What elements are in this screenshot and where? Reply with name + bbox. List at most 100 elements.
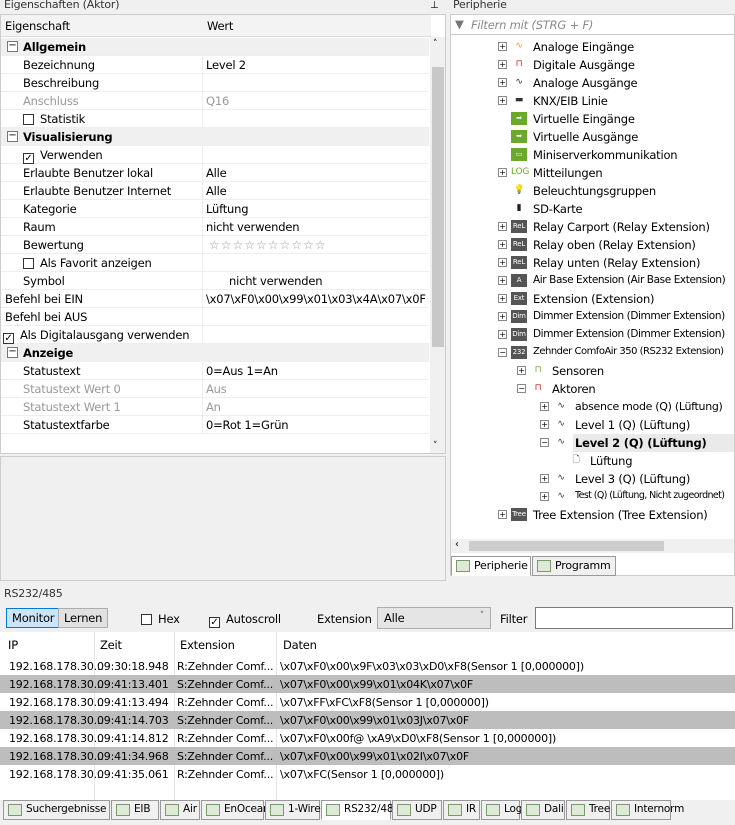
extension-select[interactable]: Alle ˅ — [377, 607, 491, 629]
tree-item[interactable]: + ReL Relay unten (Relay Extension) — [451, 254, 734, 272]
tree-horizontal-scrollbar[interactable]: ‹ — [451, 539, 734, 553]
collapse-icon[interactable]: − — [7, 131, 18, 142]
tree-item[interactable]: −232 Zehnder ComfoAir 350 (RS232 Extensio… — [451, 344, 734, 362]
collapse-icon[interactable]: − — [517, 384, 526, 393]
log-row[interactable]: 192.168.178.30... 09:41:14.812 R:Zehnder C… — [0, 729, 735, 747]
expand-icon[interactable]: + — [498, 258, 507, 267]
tree-item[interactable]: ▭ Miniserverkommunikation — [451, 146, 734, 164]
tab-udp[interactable]: UDP — [392, 800, 442, 820]
tab-suchergebnisse[interactable]: Suchergebnisse — [3, 800, 110, 820]
expand-icon[interactable]: + — [498, 78, 507, 87]
tab-eib[interactable]: EIB — [111, 800, 159, 820]
tree-item[interactable]: + ⊓ Sensoren — [451, 362, 734, 380]
property-row[interactable]: ✓ Verwenden — [1, 146, 429, 164]
tree-item[interactable]: − ∿ Level 2 (Q) (Lüftung) — [451, 434, 734, 452]
tree-item[interactable]: + ∿ Analoge Ausgänge — [451, 74, 734, 92]
column-header-time[interactable]: Zeit — [100, 638, 122, 652]
property-row[interactable]: Statistik — [1, 110, 429, 128]
column-header-data[interactable]: Daten — [283, 638, 317, 652]
property-value[interactable]: Level 2 — [206, 58, 246, 72]
tree-item[interactable]: + Ext Extension (Extension) — [451, 290, 734, 308]
property-row[interactable]: ✓ Als Digitalausgang verwenden — [1, 326, 429, 344]
autoscroll-checkbox[interactable]: ✓ Autoscroll — [209, 612, 281, 628]
property-category[interactable]: − Anzeige — [1, 344, 429, 362]
rating-stars[interactable]: ☆☆☆☆☆☆☆☆☆☆ — [209, 238, 327, 252]
property-value[interactable]: nicht verwenden — [206, 220, 300, 234]
expand-icon[interactable]: + — [498, 294, 507, 303]
tree-item[interactable]: + ReL Relay Carport (Relay Extension) — [451, 218, 734, 236]
checkbox[interactable]: ✓ — [23, 153, 34, 164]
property-value[interactable]: 0=Rot 1=Grün — [206, 418, 289, 432]
expand-icon[interactable]: + — [498, 42, 507, 51]
expand-icon[interactable]: + — [498, 222, 507, 231]
expand-icon[interactable]: + — [498, 60, 507, 69]
checkbox[interactable] — [23, 114, 34, 125]
property-row[interactable]: Beschreibung — [1, 74, 429, 92]
property-category[interactable]: − Allgemein — [1, 38, 429, 56]
property-row[interactable]: Kategorie Lüftung — [1, 200, 429, 218]
property-value[interactable]: Aus — [206, 382, 227, 396]
tree-item[interactable]: + ∿ absence mode (Q) (Lüftung) — [451, 398, 734, 416]
column-header-value[interactable]: Wert — [207, 19, 233, 33]
expand-icon[interactable]: + — [498, 330, 507, 339]
property-value[interactable]: nicht verwenden — [229, 274, 323, 288]
collapse-icon[interactable]: − — [498, 348, 507, 357]
expand-icon[interactable]: + — [540, 474, 549, 483]
property-row[interactable]: Statustext Wert 1 An — [1, 398, 429, 416]
property-row[interactable]: Als Favorit anzeigen — [1, 254, 429, 272]
tab-rs232-485[interactable]: RS232/485 — [321, 800, 400, 820]
tree-item[interactable]: + ∿ Level 1 (Q) (Lüftung) — [451, 416, 734, 434]
tab-1-wire[interactable]: 1-Wire — [265, 800, 321, 820]
tree-item[interactable]: + Tree Tree Extension (Tree Extension) — [451, 506, 734, 524]
log-row[interactable]: 192.168.178.30... 09:41:13.494 R:Zehnder C… — [0, 693, 735, 711]
property-row[interactable]: Symbol nicht verwenden — [1, 272, 429, 290]
tree-item[interactable]: + ∿ Analoge Eingänge — [451, 38, 734, 56]
tree-item[interactable]: 💡 Beleuchtungsgruppen — [451, 182, 734, 200]
property-row[interactable]: Bewertung ☆☆☆☆☆☆☆☆☆☆ — [1, 236, 429, 254]
learn-button[interactable]: Lernen — [58, 608, 109, 628]
tree-item[interactable]: + Dim Dimmer Extension (Dimmer Extension) — [451, 308, 734, 326]
monitor-button[interactable]: Monitor — [6, 608, 61, 628]
tab-tree[interactable]: Tree — [566, 800, 610, 820]
property-row[interactable]: Statustextfarbe 0=Rot 1=Grün — [1, 416, 429, 434]
tree-item[interactable]: ➡ Virtuelle Ausgänge — [451, 128, 734, 146]
property-value[interactable]: Alle — [206, 184, 227, 198]
property-row[interactable]: Erlaubte Benutzer lokal Alle — [1, 164, 429, 182]
log-row[interactable]: 192.168.178.30... 09:41:13.401 S:Zehnder C… — [0, 675, 735, 693]
tree-item[interactable]: ▮ SD-Karte — [451, 200, 734, 218]
checkbox[interactable]: ✓ — [3, 333, 14, 344]
collapse-icon[interactable]: − — [540, 438, 549, 447]
expand-icon[interactable]: + — [498, 312, 507, 321]
pin-icon[interactable]: ⊥ — [430, 0, 439, 11]
property-value[interactable]: Alle — [206, 166, 227, 180]
column-header-extension[interactable]: Extension — [180, 638, 235, 652]
property-row[interactable]: Befehl bei AUS — [1, 308, 429, 326]
expand-icon[interactable]: + — [498, 276, 507, 285]
tree-item[interactable]: − ⊓ Aktoren — [451, 380, 734, 398]
tree-item[interactable]: + ReL Relay oben (Relay Extension) — [451, 236, 734, 254]
column-header-ip[interactable]: IP — [8, 638, 18, 652]
property-row[interactable]: Befehl bei EIN \x07\xF0\x00\x99\x01\x03\x… — [1, 290, 429, 308]
log-row[interactable]: 192.168.178.30... 09:41:14.703 S:Zehnder C… — [0, 711, 735, 729]
expand-icon[interactable]: + — [498, 240, 507, 249]
property-row[interactable]: Anschluss Q16 — [1, 92, 429, 110]
property-row[interactable]: Raum nicht verwenden — [1, 218, 429, 236]
expand-icon[interactable]: + — [540, 420, 549, 429]
tab-programm[interactable]: Programm — [532, 556, 616, 576]
property-category[interactable]: − Visualisierung — [1, 128, 429, 146]
tab-peripherie[interactable]: Peripherie — [451, 556, 531, 576]
property-value[interactable]: Lüftung — [206, 202, 249, 216]
tab-ir[interactable]: IR — [443, 800, 480, 820]
log-row[interactable]: 192.168.178.30... 09:41:35.061 R:Zehnder C… — [0, 765, 735, 783]
expand-icon[interactable]: + — [498, 168, 507, 177]
tree-item[interactable]: + Dim Dimmer Extension (Dimmer Extension) — [451, 326, 734, 344]
tab-air[interactable]: Air — [160, 800, 200, 820]
tree-item[interactable]: + ∿ Test (Q) (Lüftung, Nicht zugeordnet) — [451, 488, 734, 506]
log-filter-input[interactable] — [535, 607, 733, 629]
property-row[interactable]: Statustext 0=Aus 1=An — [1, 362, 429, 380]
tree-item[interactable]: + ▬ KNX/EIB Linie — [451, 92, 734, 110]
expand-icon[interactable]: + — [498, 510, 507, 519]
hex-checkbox[interactable]: Hex — [141, 612, 180, 626]
tree-item[interactable]: + ⊓ Digitale Ausgänge — [451, 56, 734, 74]
checkbox[interactable] — [23, 258, 34, 269]
